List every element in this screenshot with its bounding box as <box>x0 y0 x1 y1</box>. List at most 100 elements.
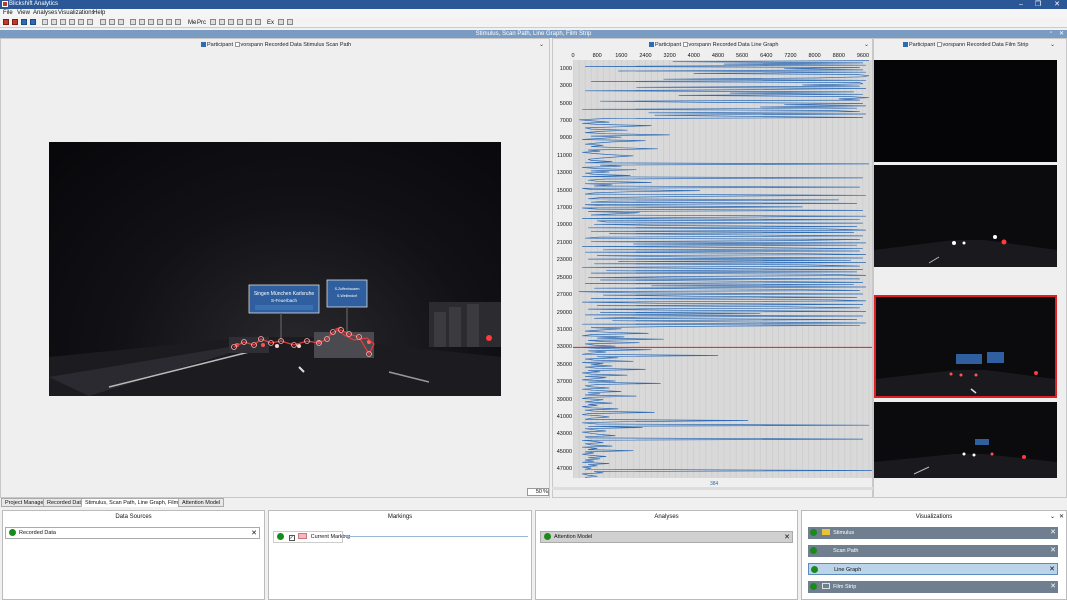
row-icon[interactable] <box>175 19 181 25</box>
close-icon[interactable]: ✕ <box>1059 513 1064 520</box>
film-frame-selected[interactable] <box>874 295 1057 398</box>
minimize-button[interactable]: – <box>1013 0 1029 9</box>
step-forward-icon[interactable] <box>118 19 124 25</box>
line-graph-icon <box>823 566 831 572</box>
night-road-scene: Singen München Karlsruhe S-Feuerbach S-Z… <box>49 279 501 396</box>
viz-item-line-graph[interactable]: Line Graph ✕ <box>808 563 1058 575</box>
export-icon[interactable] <box>278 19 284 25</box>
redo-icon[interactable] <box>78 19 84 25</box>
y-tick-label: 7000 <box>559 117 572 124</box>
viz-label: Scan Path <box>833 548 859 554</box>
close-icon[interactable]: ✕ <box>784 532 790 543</box>
zoom-icon[interactable] <box>148 19 154 25</box>
chevron-down-icon[interactable]: ⌄ <box>1050 513 1055 520</box>
align-icon[interactable] <box>130 19 136 25</box>
y-tick-label: 9000 <box>559 135 572 142</box>
chevron-down-icon[interactable]: ⌄ <box>864 41 869 48</box>
visualizations-title: Visualizations <box>915 514 953 520</box>
menu-visualizations[interactable]: Visualizations <box>58 10 95 16</box>
markings-section <box>268 510 532 600</box>
y-tick-label: 21000 <box>556 239 572 246</box>
distribute-icon[interactable] <box>139 19 145 25</box>
save-icon[interactable] <box>21 19 27 25</box>
chevron-down-icon[interactable]: ⌄ <box>539 41 544 48</box>
filter-icon[interactable] <box>100 19 106 25</box>
refresh-icon[interactable] <box>87 19 93 25</box>
settings-icon[interactable] <box>287 19 293 25</box>
menu-file[interactable]: File <box>3 10 13 16</box>
marking-item[interactable]: ✓ Current Marking <box>273 531 350 543</box>
sign1-line1: Singen München Karlsruhe <box>254 291 315 297</box>
close-button[interactable]: ✕ <box>1049 0 1065 9</box>
chart-icon[interactable] <box>255 19 261 25</box>
menu-help[interactable]: Help <box>93 10 105 16</box>
tab-attention-model[interactable]: Attention Model <box>178 498 225 507</box>
fit-icon[interactable] <box>157 19 163 25</box>
checkbox-icon[interactable]: ✓ <box>288 535 295 541</box>
film-frame[interactable] <box>874 60 1057 162</box>
data-sources-section <box>2 510 265 600</box>
menu-view[interactable]: View <box>17 10 30 16</box>
legend-data: vorspann Recorded Data Stimulus Scan Pat… <box>240 42 352 48</box>
data-source-item[interactable]: Recorded Data ✕ <box>5 527 260 539</box>
viz-item-film-strip[interactable]: Film Strip ✕ <box>808 581 1058 593</box>
toolbar-text-prc[interactable]: Prc <box>197 20 206 26</box>
layout-icon[interactable] <box>237 19 243 25</box>
line-graph-chart[interactable] <box>573 60 872 478</box>
participant-swatch <box>649 42 654 47</box>
y-tick-label: 35000 <box>556 361 572 368</box>
new-icon[interactable] <box>3 19 9 25</box>
stimulus-image[interactable]: Singen München Karlsruhe S-Feuerbach S-Z… <box>49 142 501 396</box>
copy-icon[interactable] <box>51 19 57 25</box>
close-icon[interactable]: ✕ <box>1049 564 1055 575</box>
viz-label: Line Graph <box>834 567 862 573</box>
data-swatch <box>234 42 240 47</box>
y-tick-label: 19000 <box>556 222 572 229</box>
data-source-label: Recorded Data <box>19 530 56 536</box>
y-tick-label: 13000 <box>556 170 572 177</box>
filmstrip-legend: Participant vorspann Recorded Data Film … <box>903 42 1028 48</box>
linegraph-legend: Participant vorspann Recorded Data Line … <box>649 42 778 48</box>
close-workspace-icon[interactable]: ✕ <box>1059 30 1064 37</box>
float-window-icon[interactable]: ▫ <box>1050 30 1052 36</box>
maximize-button[interactable]: ❐ <box>1030 0 1046 9</box>
status-dot-icon <box>277 533 284 540</box>
y-tick-label: 37000 <box>556 379 572 386</box>
open-icon[interactable] <box>12 19 18 25</box>
status-dot-icon <box>810 583 817 590</box>
y-tick-label: 33000 <box>556 344 572 351</box>
horizontal-scrollbar[interactable] <box>552 487 873 490</box>
marker-icon[interactable] <box>210 19 216 25</box>
title-bar: Blickshift Analytics – ❐ ✕ <box>0 0 1067 9</box>
marking-color-swatch[interactable] <box>298 533 308 539</box>
save-as-icon[interactable] <box>30 19 36 25</box>
toolbar-text-me[interactable]: Me <box>188 20 196 26</box>
close-icon[interactable]: ✕ <box>1050 545 1056 556</box>
y-tick-label: 41000 <box>556 414 572 421</box>
frame-image <box>874 439 1057 478</box>
legend-participant: Participant <box>207 42 233 48</box>
viz-item-scan-path[interactable]: Scan Path ✕ <box>808 545 1058 557</box>
paste-icon[interactable] <box>60 19 66 25</box>
menu-analyses[interactable]: Analyses <box>33 10 57 16</box>
column-icon[interactable] <box>166 19 172 25</box>
brush-icon[interactable] <box>219 19 225 25</box>
grid-icon[interactable] <box>228 19 234 25</box>
table-icon[interactable] <box>246 19 252 25</box>
step-back-icon[interactable] <box>109 19 115 25</box>
sign1-line2: S-Feuerbach <box>271 298 298 303</box>
film-frame[interactable] <box>874 402 1057 478</box>
analysis-item[interactable]: Attention Model ✕ <box>540 531 793 543</box>
film-frame[interactable] <box>874 165 1057 267</box>
toolbar-text-ex[interactable]: Ex <box>267 20 274 26</box>
undo-icon[interactable] <box>69 19 75 25</box>
close-icon[interactable]: ✕ <box>251 528 257 539</box>
cut-icon[interactable] <box>42 19 48 25</box>
image-icon <box>821 529 830 535</box>
viz-item-stimulus[interactable]: Stimulus ✕ <box>808 527 1058 539</box>
analyses-section <box>535 510 798 600</box>
close-icon[interactable]: ✕ <box>1050 581 1056 592</box>
close-icon[interactable]: ✕ <box>1050 527 1056 538</box>
chevron-down-icon[interactable]: ⌄ <box>1050 41 1055 48</box>
y-tick-label: 11000 <box>557 152 572 159</box>
